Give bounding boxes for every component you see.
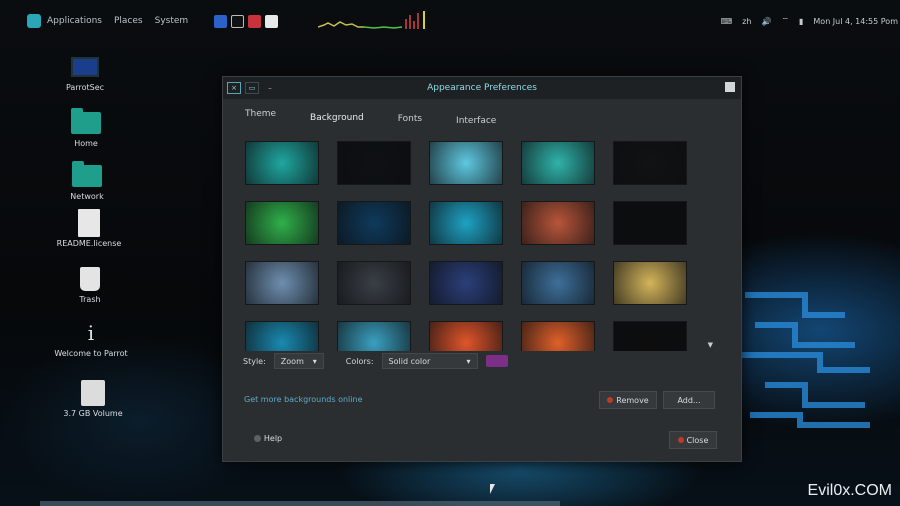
wifi-icon[interactable]: ⌔	[781, 16, 789, 26]
close-icon	[677, 437, 684, 443]
computer-icon	[71, 57, 99, 77]
style-colors-row: Style: Zoom ▾ Colors: Solid color ▾	[243, 353, 508, 369]
info-icon: i	[87, 321, 95, 345]
desktop-icon-volume[interactable]: 3.7 GB Volume	[53, 380, 133, 418]
wallpaper-thumbnail[interactable]	[613, 201, 687, 245]
desktop-icon-label: README.license	[56, 239, 122, 248]
desktop-icon-readme[interactable]: README.license	[49, 209, 129, 248]
wallpaper-thumbnail[interactable]	[337, 201, 411, 245]
desktop-icon-network[interactable]: Network	[47, 161, 127, 201]
wallpaper-circuit-pattern	[740, 292, 870, 428]
tab-fonts[interactable]: Fonts	[398, 114, 422, 137]
wallpaper-thumbnail[interactable]	[245, 321, 319, 351]
top-panel: Applications Places System ⌨ zh 🔊 ⌔ ▮ Mo…	[0, 8, 900, 34]
system-tray: ⌨ zh 🔊 ⌔ ▮ Mon Jul 4, 14:55 Pom	[721, 8, 900, 34]
wallpaper-thumbnail[interactable]	[521, 321, 595, 351]
colors-dropdown[interactable]: Solid color ▾	[381, 353, 478, 369]
help-icon	[253, 434, 261, 442]
get-more-backgrounds-link[interactable]: Get more backgrounds online	[244, 395, 363, 404]
close-button[interactable]: Close	[669, 431, 717, 449]
document-icon	[78, 209, 100, 237]
trash-icon	[80, 267, 100, 291]
wallpaper-thumbnail[interactable]	[337, 141, 411, 185]
menu-places[interactable]: Places	[114, 16, 143, 26]
wallpaper-thumbnail[interactable]	[429, 141, 503, 185]
wallpaper-thumbnail[interactable]	[429, 201, 503, 245]
window-titlebar[interactable]: × ▭ – Appearance Preferences	[223, 77, 741, 99]
remove-icon	[607, 397, 614, 403]
desktop-icon-home[interactable]: Home	[46, 108, 126, 148]
home-folder-icon	[71, 108, 101, 134]
volume-icon[interactable]: 🔊	[761, 17, 771, 26]
wallpaper-thumbnail[interactable]	[613, 321, 687, 351]
parrot-logo-icon[interactable]	[27, 14, 41, 28]
desktop-icon-label: Home	[74, 139, 98, 148]
colors-label: Colors:	[345, 356, 374, 366]
desktop-icon-label: Welcome to Parrot	[54, 349, 128, 358]
desktop-icon-trash[interactable]: Trash	[50, 266, 130, 304]
maximize-window-icon[interactable]: ▭	[245, 82, 259, 94]
menu-applications[interactable]: Applications	[47, 16, 102, 26]
help-button[interactable]: Help	[243, 429, 293, 447]
minimize-window-icon[interactable]: –	[263, 82, 277, 94]
add-button-label: Add...	[677, 395, 701, 405]
wallpaper-thumbnail[interactable]	[337, 261, 411, 305]
appearance-preferences-window: × ▭ – Appearance Preferences Theme Backg…	[222, 76, 742, 462]
wallpaper-thumbnail[interactable]	[521, 261, 595, 305]
close-window-icon[interactable]: ×	[227, 82, 241, 94]
remove-button[interactable]: Remove	[599, 391, 657, 409]
chevron-down-icon: ▾	[312, 356, 317, 366]
wallpaper-grid	[245, 141, 715, 351]
clock[interactable]: Mon Jul 4, 14:55 Pom	[813, 17, 898, 26]
wallpaper-thumbnail[interactable]	[429, 321, 503, 351]
desktop-icon-label: ParrotSec	[65, 83, 105, 92]
remove-button-label: Remove	[616, 395, 649, 405]
color-swatch-button[interactable]	[485, 355, 508, 367]
locale-indicator[interactable]: zh	[742, 17, 751, 26]
terminal-launcher-icon[interactable]	[231, 14, 245, 28]
watermark-text: Evil0x.COM	[807, 482, 892, 499]
scroll-down-icon[interactable]: ▼	[708, 341, 713, 349]
style-label: Style:	[243, 356, 266, 366]
wallpaper-thumbnail[interactable]	[521, 141, 595, 185]
bottom-panel-edge	[40, 501, 560, 506]
panel-launchers	[214, 14, 279, 28]
menu-system[interactable]: System	[155, 16, 189, 26]
preferences-tabs: Theme Background Fonts Interface	[223, 99, 741, 137]
keyboard-icon[interactable]: ⌨	[721, 17, 733, 26]
desktop-icon-label: 3.7 GB Volume	[63, 409, 123, 418]
window-title: Appearance Preferences	[427, 83, 537, 93]
window-menu-icon[interactable]	[725, 82, 735, 92]
help-button-label: Help	[263, 433, 283, 443]
add-button[interactable]: Add...	[663, 391, 715, 409]
style-value: Zoom	[280, 356, 304, 366]
text-editor-launcher-icon[interactable]	[248, 14, 262, 28]
tab-interface[interactable]: Interface	[456, 116, 496, 137]
colors-value: Solid color	[388, 356, 431, 366]
mouse-pointer-icon	[490, 484, 495, 494]
wallpaper-thumbnail[interactable]	[613, 141, 687, 185]
close-button-label: Close	[686, 435, 709, 445]
wallpaper-thumbnail[interactable]	[245, 201, 319, 245]
battery-icon[interactable]: ▮	[799, 17, 803, 26]
desktop-icon-parrotsec[interactable]: ParrotSec	[45, 54, 125, 92]
wallpaper-thumbnail[interactable]	[337, 321, 411, 351]
wallpaper-thumbnail[interactable]	[429, 261, 503, 305]
wallpaper-thumbnail[interactable]	[521, 201, 595, 245]
wallpaper-thumbnail[interactable]	[613, 261, 687, 305]
network-folder-icon	[72, 161, 102, 187]
desktop-icon-label: Trash	[79, 295, 101, 304]
desktop-icon-label: Network	[70, 192, 104, 201]
wallpaper-thumbnail[interactable]	[245, 141, 319, 185]
browser-launcher-icon[interactable]	[214, 14, 228, 28]
document-launcher-icon[interactable]	[265, 14, 279, 28]
chevron-down-icon: ▾	[466, 356, 471, 366]
drive-icon	[81, 380, 105, 406]
tab-background[interactable]: Background	[310, 113, 364, 137]
network-monitor-graph	[318, 11, 426, 29]
desktop-icon-welcome[interactable]: i Welcome to Parrot	[51, 320, 131, 358]
wallpaper-thumbnail[interactable]	[245, 261, 319, 305]
tab-theme[interactable]: Theme	[245, 109, 276, 137]
style-dropdown[interactable]: Zoom ▾	[273, 353, 324, 369]
